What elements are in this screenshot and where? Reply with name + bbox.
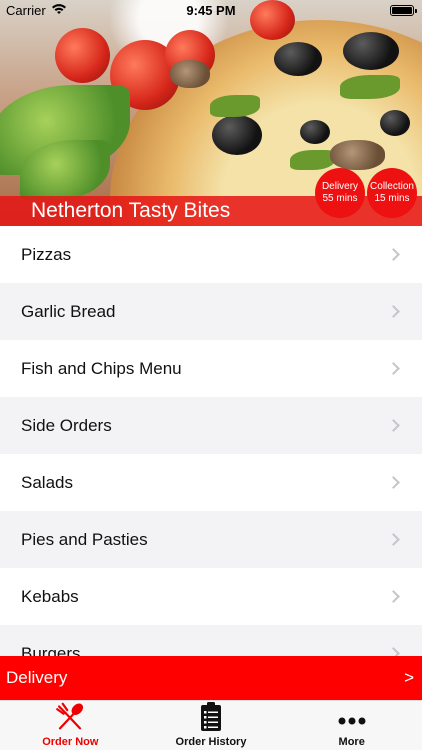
menu-item-kebabs[interactable]: Kebabs [0, 568, 422, 625]
tab-label: Order Now [42, 736, 99, 748]
menu-item-label: Burgers [21, 643, 81, 657]
menu-item-label: Pies and Pasties [21, 529, 148, 549]
fork-knife-icon [56, 702, 84, 730]
chevron-right-icon [387, 248, 400, 261]
chevron-right-icon [387, 476, 400, 489]
chevron-right-icon [387, 362, 400, 375]
delivery-badge-time: 55 mins [322, 193, 358, 204]
delivery-badge-label: Delivery [321, 181, 359, 192]
tab-order-now[interactable]: Order Now [0, 701, 141, 750]
menu-item-label: Fish and Chips Menu [21, 358, 182, 378]
menu-item-pies-and-pasties[interactable]: Pies and Pasties [0, 511, 422, 568]
menu-item-label: Garlic Bread [21, 301, 116, 321]
chevron-right-icon [387, 305, 400, 318]
menu-category-list: Pizzas Garlic Bread Fish and Chips Menu … [0, 226, 422, 656]
menu-item-garlic-bread[interactable]: Garlic Bread [0, 283, 422, 340]
menu-item-pizzas[interactable]: Pizzas [0, 226, 422, 283]
tab-bar: Order Now Order History More [0, 700, 422, 750]
collection-badge-time: 15 mins [374, 193, 410, 204]
menu-item-burgers[interactable]: Burgers [0, 625, 422, 656]
chevron-right-icon [387, 590, 400, 603]
tab-more[interactable]: More [281, 701, 422, 750]
collection-badge-label: Collection [370, 181, 414, 192]
menu-item-salads[interactable]: Salads [0, 454, 422, 511]
tab-label: Order History [175, 736, 247, 748]
delivery-mode-button[interactable]: Delivery > [0, 656, 422, 700]
clipboard-list-icon [201, 702, 221, 731]
menu-item-label: Side Orders [21, 415, 112, 435]
chevron-right-icon [387, 647, 400, 656]
menu-item-side-orders[interactable]: Side Orders [0, 397, 422, 454]
status-bar: Carrier 9:45 PM [0, 0, 422, 22]
menu-item-label: Kebabs [21, 586, 79, 606]
battery-icon [390, 5, 417, 16]
more-dots-icon [338, 717, 366, 725]
tab-order-history[interactable]: Order History [141, 701, 282, 750]
menu-item-label: Salads [21, 472, 73, 492]
delivery-mode-arrow: > [404, 668, 414, 687]
delivery-time-badge: Delivery 55 mins [315, 168, 365, 218]
tab-label: More [338, 736, 365, 748]
app-screen: Carrier 9:45 PM Netherton Tasty Bites De… [0, 0, 422, 750]
menu-item-fish-and-chips[interactable]: Fish and Chips Menu [0, 340, 422, 397]
collection-time-badge: Collection 15 mins [367, 168, 417, 218]
chevron-right-icon [387, 533, 400, 546]
delivery-mode-label: Delivery [6, 668, 68, 687]
restaurant-name: Netherton Tasty Bites [31, 199, 231, 222]
clock: 9:45 PM [186, 3, 236, 18]
chevron-right-icon [387, 419, 400, 432]
menu-item-label: Pizzas [21, 244, 72, 264]
